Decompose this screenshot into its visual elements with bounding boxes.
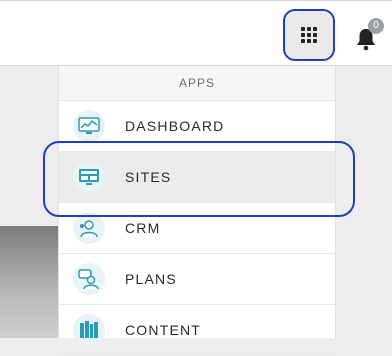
apps-menu-title: APPS [59,66,335,101]
menu-item-label: DASHBOARD [125,118,225,134]
apps-dropdown-menu: APPS DASHBOARD SITES CRM PLANS CONTENT [58,66,336,356]
apps-button[interactable] [283,9,335,61]
menu-item-label: PLANS [125,271,177,287]
menu-item-dashboard[interactable]: DASHBOARD [59,101,335,152]
grid-icon [301,27,317,43]
crm-icon [73,212,105,244]
menu-item-sites[interactable]: SITES [59,152,335,203]
notification-count-badge: 0 [368,18,384,34]
menu-item-label: CONTENT [125,322,202,338]
top-bar: 0 [0,0,392,66]
content-icon [73,314,105,346]
sites-icon [73,161,105,193]
dashboard-icon [73,110,105,142]
plans-icon [73,263,105,295]
menu-item-plans[interactable]: PLANS [59,254,335,305]
menu-item-crm[interactable]: CRM [59,203,335,254]
menu-item-content[interactable]: CONTENT [59,305,335,356]
background-image [0,226,58,338]
menu-item-label: CRM [125,220,161,236]
menu-item-label: SITES [125,169,172,185]
